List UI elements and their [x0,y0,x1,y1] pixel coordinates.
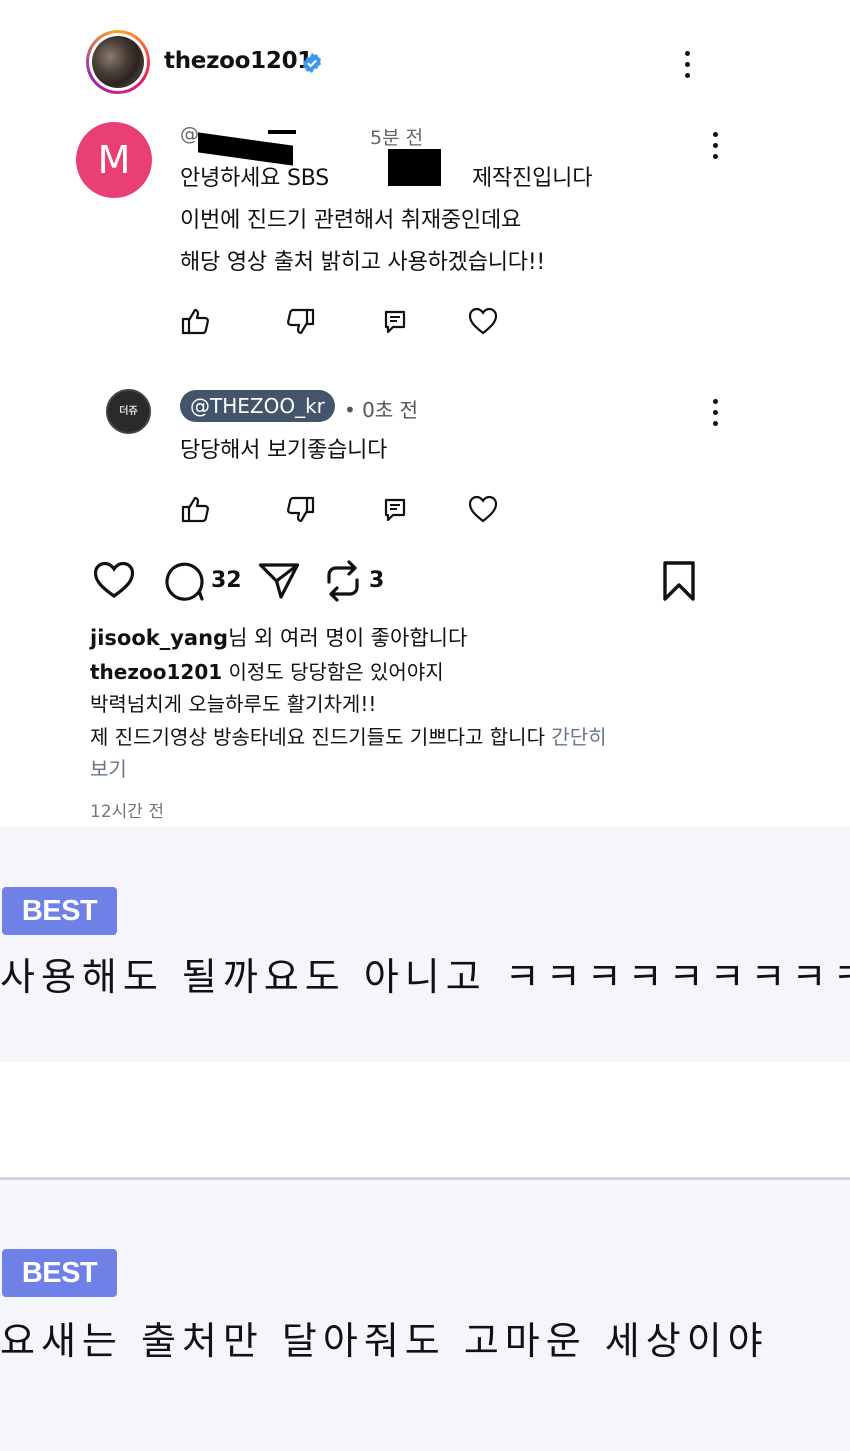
thumbs-down-icon[interactable] [285,496,315,524]
comment-bubble-icon[interactable] [163,561,205,601]
caption-line-3: 제 진드기영상 방송타네요 진드기들도 기쁘다고 합니다 간단히 [90,722,607,753]
thumbs-up-icon[interactable] [181,307,211,335]
thumbs-down-icon[interactable] [285,308,315,336]
likes-summary[interactable]: jisook_yang님 외 여러 명이 좋아합니다 [90,622,467,652]
best-comment-text: 사용해도 될까요도 아니고 ㅋㅋㅋㅋㅋㅋㅋㅋㅋ [0,955,850,999]
comment-more-icon[interactable] [713,132,719,165]
repost-count: 3 [369,568,385,593]
post-author-username[interactable]: thezoo1201 [164,48,313,74]
comment-author-prefix: @ [180,123,199,145]
post-author-avatar[interactable] [86,30,150,94]
post-time: 12시간 전 [90,802,164,822]
comment-time: 5분 전 [370,127,424,149]
best-badge: BEST [2,887,117,935]
see-less-link[interactable]: 간단히 [551,725,606,749]
comment-count: 32 [211,568,242,593]
likes-username[interactable]: jisook_yang [90,626,228,650]
best-comment-card [0,827,850,1062]
reply-icon[interactable] [384,310,406,334]
comment-avatar[interactable]: M [76,122,152,198]
comment-text-line: 이번에 진드기 관련해서 취재중인데요 [180,208,522,233]
post-more-icon[interactable] [685,51,691,84]
thumbs-up-icon[interactable] [181,495,211,523]
reply-avatar[interactable]: 더쥬 [106,389,151,434]
reply-text: 당당해서 보기좋습니다 [180,438,388,463]
share-send-icon[interactable] [258,561,300,601]
caption-text: 이정도 당당함은 있어야지 [228,660,444,684]
avatar-photo [92,36,144,88]
redaction-mark [388,149,441,186]
comment-text-line: 해당 영상 출처 밝히고 사용하겠습니다!! [180,250,546,275]
reply-author-handle[interactable]: @THEZOO_kr [180,390,335,422]
bookmark-icon[interactable] [662,561,696,601]
reply-icon[interactable] [384,498,406,522]
caption-line-2: 박력넘치게 오늘하루도 활기차게!! [90,692,377,716]
comment-text-line: 제작진입니다 [472,166,593,191]
likes-suffix: 님 외 여러 명이 좋아합니다 [228,626,468,650]
caption-author[interactable]: thezoo1201 [90,660,222,684]
best-comment-text: 요새는 출처만 달아줘도 고마운 세상이야 [0,1319,769,1363]
repost-icon[interactable] [324,560,362,602]
reply-more-icon[interactable] [713,399,719,432]
caption-line-1: thezoo1201 이정도 당당함은 있어야지 [90,657,444,688]
heart-icon[interactable] [468,495,498,523]
comment-text-line: 안녕하세요 SBS [180,166,330,191]
reply-time: • 0초 전 [344,398,419,422]
see-less-link-continued[interactable]: 보기 [90,754,127,785]
like-heart-icon[interactable] [93,561,135,599]
best-badge: BEST [2,1249,117,1297]
caption-text: 제 진드기영상 방송타네요 진드기들도 기쁘다고 합니다 [90,725,545,749]
redaction-mark [268,130,296,134]
verified-badge-icon [301,52,323,74]
heart-icon[interactable] [468,307,498,335]
